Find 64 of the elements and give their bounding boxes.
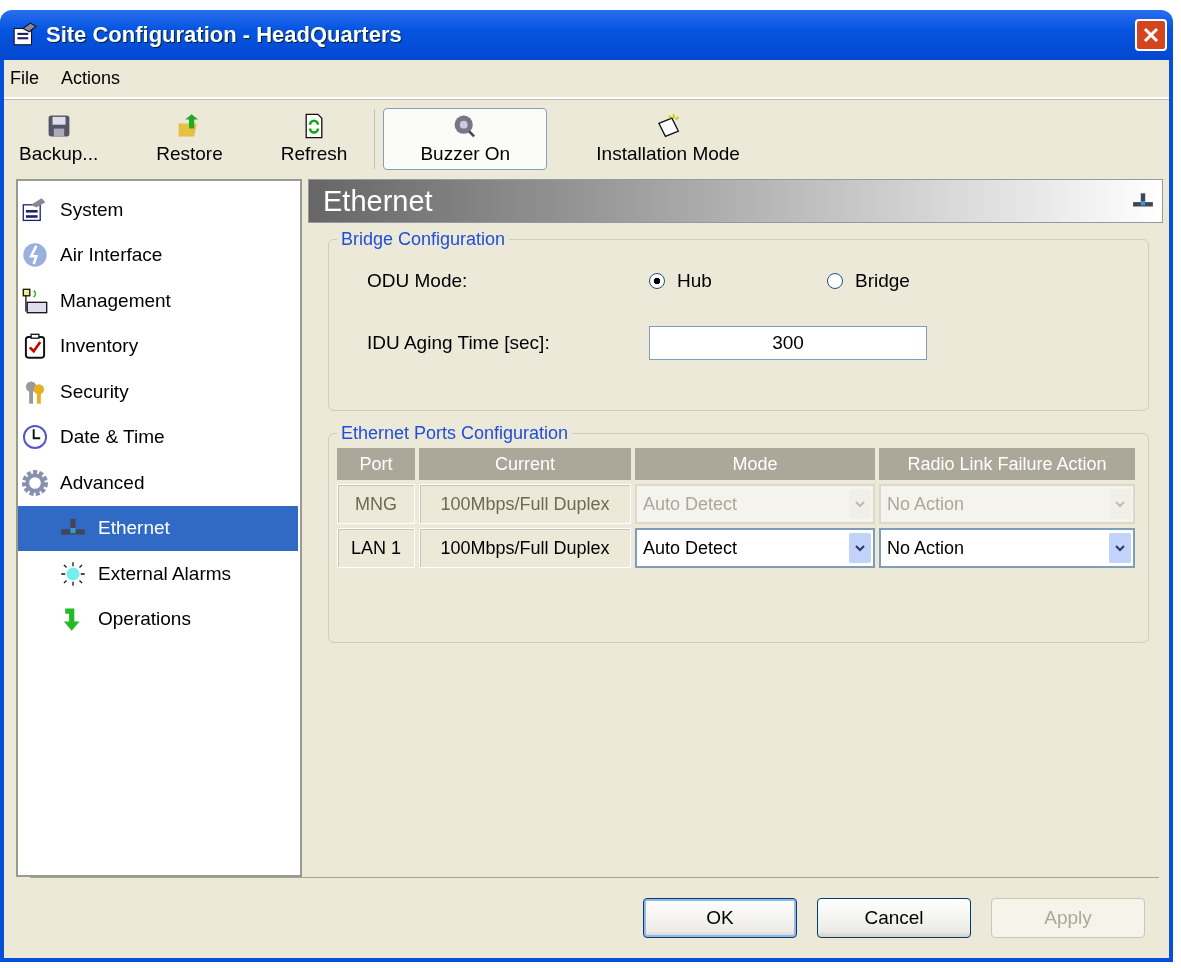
sidebar-item[interactable]: Inventory [18,323,298,369]
close-icon [1141,25,1161,45]
sidebar-item[interactable]: Security [18,369,298,415]
column-header: Radio Link Failure Action [879,448,1135,480]
sidebar-item[interactable]: System [18,187,298,233]
toolbar-button[interactable]: Installation Mode [587,108,749,170]
sidebar-label: System [60,198,124,221]
column-header: Port [337,448,415,480]
table-cell: LAN 1 [337,528,415,568]
radio-button[interactable] [649,273,665,289]
sidebar-item[interactable]: Advanced [18,460,298,506]
sidebar-label: Date & Time [60,426,165,449]
sidebar-label: Operations [98,608,191,631]
properties-icon [22,196,48,223]
caret-icon [1114,498,1126,510]
dialog-button[interactable]: Cancel [817,898,971,938]
dropdown[interactable]: Auto Detect [635,528,875,568]
sidebar-item[interactable]: Management [18,278,298,324]
sidebar-label: Inventory [60,335,139,358]
menu-item[interactable]: Actions [61,68,121,89]
sidebar-label: External Alarms [98,562,232,585]
clock-icon [22,424,48,451]
caret-icon [854,542,866,554]
radio-option[interactable]: Bridge [827,270,1005,292]
column-header: Mode [635,448,875,480]
table-cell: MNG [337,484,415,524]
caret-icon [1114,542,1126,554]
toolbar-button[interactable]: Restore [147,108,232,170]
sidebar-label: Management [60,289,171,312]
sidebar-item[interactable]: Date & Time [18,414,298,460]
field-label: IDU Aging Time [sec]: [366,332,551,354]
table-cell: 100Mbps/Full Duplex [419,528,631,568]
column-header: Current [419,448,631,480]
radio-button[interactable] [827,273,843,289]
dropdown[interactable]: No Action [879,528,1135,568]
sidebar-item[interactable]: Air Interface [18,232,298,278]
menu-item[interactable]: File [10,68,39,89]
toolbar-button[interactable]: Buzzer On [383,108,548,170]
alarm-light-icon [60,560,86,587]
radio-option[interactable]: Hub [649,270,827,292]
sidebar-label: Security [60,380,129,403]
sidebar-label: Advanced [60,471,145,494]
clipboard-check-icon [22,333,48,360]
field-label: ODU Mode: [366,270,469,292]
panel-title: Ethernet [323,184,433,218]
sidebar-label: Ethernet [98,517,170,540]
toolbar-button[interactable]: Refresh [271,108,357,170]
toolbar-button[interactable]: Backup... [10,108,108,170]
input-field[interactable]: 300 [649,326,927,360]
table-cell: 100Mbps/Full Duplex [419,484,631,524]
document-sparkle-icon [655,113,682,139]
network-computer-icon [22,287,48,314]
group-title: Bridge Configuration [340,229,507,250]
window-title: Site Configuration - HeadQuarters [46,22,403,48]
sidebar-label: Air Interface [60,244,163,267]
group-title: Ethernet Ports Configuration [340,423,570,444]
gear-icon [22,469,48,496]
sidebar-item[interactable]: Operations [18,596,298,642]
sidebar-item[interactable]: Ethernet [18,505,298,551]
dialog-button[interactable]: OK [643,898,797,938]
caret-icon [854,498,866,510]
sidebar-item[interactable]: External Alarms [18,551,298,597]
close-button[interactable] [1135,19,1167,51]
window-icon [12,22,38,48]
